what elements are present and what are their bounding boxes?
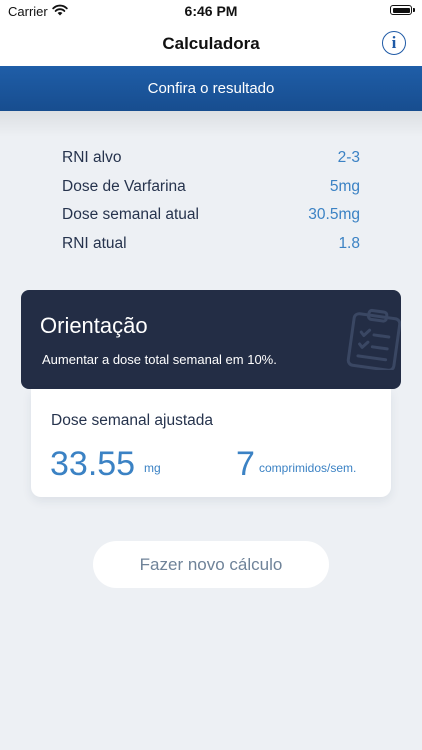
result-label: RNI alvo — [62, 149, 122, 166]
result-value: 30.5mg — [308, 206, 360, 223]
navigation-bar: Calculadora i — [0, 22, 422, 66]
result-label: Dose semanal atual — [62, 206, 199, 223]
result-row-rni-atual: RNI atual 1.8 — [62, 232, 360, 261]
result-banner-text: Confira o resultado — [147, 80, 275, 97]
result-value: 5mg — [329, 177, 360, 195]
result-label: RNI atual — [62, 234, 127, 252]
result-row-dose-semanal-atual: Dose semanal atual 30.5mg — [62, 203, 360, 232]
battery-icon — [390, 5, 415, 15]
adjusted-dose-card: Dose semanal ajustada 33.55 mg 7 comprim… — [31, 389, 391, 497]
new-calculation-button[interactable]: Fazer novo cálculo — [93, 541, 329, 588]
result-row-dose-varfarina: Dose de Varfarina 5mg — [62, 175, 360, 204]
status-bar: Carrier 6:46 PM — [0, 0, 422, 22]
status-time: 6:46 PM — [184, 3, 238, 19]
results-list: RNI alvo 2-3 Dose de Varfarina 5mg Dose … — [62, 146, 360, 260]
adjusted-dose-unit: mg — [144, 461, 161, 475]
adjusted-dose-value: 33.55 — [50, 445, 136, 483]
page-title: Calculadora — [162, 34, 260, 53]
result-row-rni-alvo: RNI alvo 2-3 — [62, 146, 360, 175]
result-value: 1.8 — [338, 234, 360, 252]
banner-shadow — [0, 111, 422, 137]
result-value: 2-3 — [337, 149, 360, 166]
orientation-title: Orientação — [40, 313, 148, 338]
info-button[interactable]: i — [382, 31, 406, 55]
pill-count-unit: comprimidos/sem. — [259, 461, 357, 475]
orientation-card: Orientação Aumentar a dose total semanal… — [21, 290, 401, 389]
pill-count-value: 7 — [236, 445, 255, 483]
orientation-text: Aumentar a dose total semanal em 10%. — [42, 352, 277, 367]
adjusted-dose-heading: Dose semanal ajustada — [51, 412, 213, 429]
result-banner: Confira o resultado — [0, 66, 422, 111]
result-label: Dose de Varfarina — [62, 177, 186, 195]
clipboard-icon — [346, 308, 401, 370]
